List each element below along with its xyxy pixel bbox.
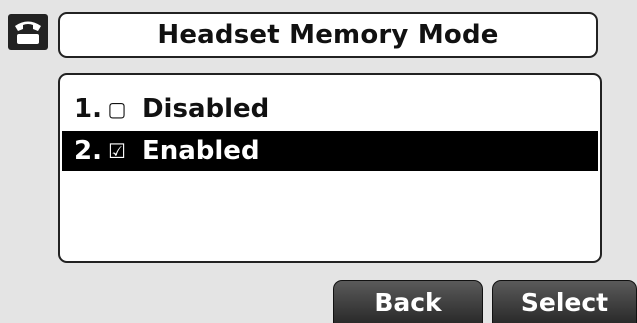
checkbox-checked-icon: ☑ — [108, 139, 126, 163]
menu-item-disabled[interactable]: 1. ▢ Disabled — [60, 89, 600, 129]
select-button[interactable]: Select — [492, 280, 637, 323]
page-title: Headset Memory Mode — [157, 20, 499, 50]
back-button[interactable]: Back — [333, 280, 483, 323]
menu-item-label: Enabled — [141, 136, 260, 166]
menu-item-number: 2. — [74, 136, 102, 166]
menu-item-enabled[interactable]: 2. ☑ Enabled — [62, 131, 598, 171]
checkbox-unchecked-icon: ▢ — [107, 97, 127, 121]
menu-list: 1. ▢ Disabled 2. ☑ Enabled — [58, 73, 602, 263]
softkey-bar: Back Select — [0, 280, 637, 323]
title-bar: Headset Memory Mode — [58, 12, 598, 58]
menu-item-number: 1. — [74, 94, 102, 124]
menu-item-label: Disabled — [141, 94, 270, 124]
phone-handset-icon — [8, 14, 48, 50]
